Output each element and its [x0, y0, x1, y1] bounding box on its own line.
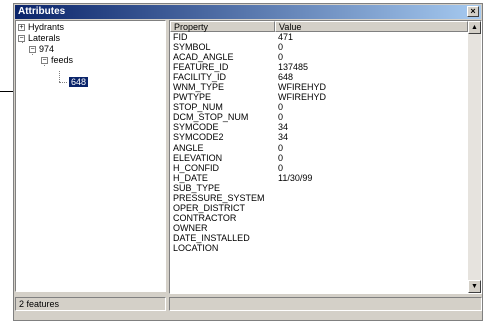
property-cell: SYMCODE — [173, 122, 219, 133]
scroll-up-icon[interactable]: ▲ — [468, 21, 481, 34]
value-cell[interactable]: 0 — [278, 163, 283, 173]
tree-item-label: feeds — [51, 55, 74, 65]
table-row[interactable]: ANGLE 0 — [170, 143, 468, 153]
feature-tree[interactable]: + Hydrants − Laterals −974 − feeds 648 — [15, 20, 166, 292]
tree-item-label: Laterals — [28, 33, 61, 43]
value-cell[interactable]: 0 — [278, 153, 283, 163]
property-cell: PWTYPE — [173, 92, 212, 103]
table-row[interactable]: CONTRACTOR — [170, 213, 468, 223]
property-cell: H_CONFID — [173, 162, 220, 173]
property-cell: CONTRACTOR — [173, 212, 237, 223]
property-cell: OPER_DISTRICT — [173, 202, 246, 213]
value-cell[interactable]: 0 — [278, 102, 283, 112]
property-cell: ANGLE — [173, 142, 204, 153]
value-cell[interactable]: 11/30/99 — [278, 173, 312, 183]
property-cell: H_DATE — [173, 172, 208, 183]
status-bar: 2 features — [15, 297, 166, 311]
property-cell: LOCATION — [173, 242, 219, 253]
table-row[interactable]: STOP_NUM 0 — [170, 102, 468, 112]
table-row[interactable]: DATE_INSTALLED — [170, 233, 468, 243]
collapse-icon[interactable]: − — [18, 35, 25, 42]
property-cell: PRESSURE_SYSTEM — [173, 192, 265, 203]
table-row[interactable]: ELEVATION 0 — [170, 153, 468, 163]
value-cell[interactable]: 648 — [278, 72, 293, 82]
property-cell: SUB_TYPE — [173, 182, 221, 193]
property-cell: FID — [173, 32, 188, 42]
table-row[interactable]: FEATURE_ID 137485 — [170, 62, 468, 72]
column-header-property[interactable]: Property — [170, 21, 275, 32]
table-row[interactable]: H_DATE 11/30/99 — [170, 173, 468, 183]
property-cell: DATE_INSTALLED — [173, 232, 250, 243]
status-bar-panel — [169, 297, 482, 311]
table-row[interactable]: WNM_TYPE WFIREHYD — [170, 82, 468, 92]
column-header-value[interactable]: Value — [275, 21, 468, 32]
table-row[interactable]: FACILITY_ID 648 — [170, 72, 468, 82]
value-cell[interactable]: 0 — [278, 112, 283, 122]
title-bar[interactable]: Attributes × — [15, 5, 481, 19]
tree-item-laterals[interactable]: − Laterals — [18, 33, 60, 44]
property-cell: STOP_NUM — [173, 102, 223, 113]
table-row[interactable]: SUB_TYPE — [170, 183, 468, 193]
value-cell[interactable]: 137485 — [278, 62, 308, 72]
tree-connector — [59, 71, 60, 82]
property-cell: SYMBOL — [173, 42, 211, 53]
value-cell[interactable]: WFIREHYD — [278, 82, 326, 92]
table-row[interactable]: FID 471 — [170, 32, 468, 42]
value-cell[interactable]: 0 — [278, 52, 283, 62]
table-row[interactable]: H_CONFID 0 — [170, 163, 468, 173]
value-cell[interactable]: 34 — [278, 122, 288, 132]
table-row[interactable]: OPER_DISTRICT — [170, 203, 468, 213]
tree-connector — [59, 82, 67, 83]
table-row[interactable]: LOCATION — [170, 243, 468, 253]
selected-tree-item-label: 648 — [69, 77, 89, 87]
close-button[interactable]: × — [467, 6, 479, 17]
property-cell: ELEVATION — [173, 152, 223, 163]
vertical-scrollbar[interactable]: ▲ ▼ — [468, 21, 481, 293]
property-cell: DCM_STOP_NUM — [173, 112, 249, 123]
value-cell[interactable]: WFIREHYD — [278, 92, 326, 102]
collapse-icon[interactable]: − — [41, 57, 48, 64]
window-title: Attributes — [18, 6, 66, 17]
value-cell[interactable]: 0 — [278, 143, 283, 153]
tree-item-648[interactable]: 648 — [69, 77, 89, 88]
property-cell: ACAD_ANGLE — [173, 52, 234, 63]
value-cell[interactable]: 34 — [278, 132, 288, 142]
attributes-window: Attributes × + Hydrants − Laterals −974 − f… — [13, 3, 483, 321]
property-cell: FACILITY_ID — [173, 72, 227, 83]
property-cell: FEATURE_ID — [173, 62, 229, 73]
attribute-grid[interactable]: Property Value FID 471 SYMBOL 0 ACAD_ANGLE 0 F… — [169, 20, 482, 294]
collapse-icon[interactable]: − — [29, 46, 36, 53]
value-cell[interactable]: 471 — [278, 32, 293, 42]
grid-header: Property Value — [170, 21, 468, 32]
property-cell: OWNER — [173, 222, 208, 233]
table-row[interactable]: SYMCODE 34 — [170, 122, 468, 132]
grid-rows: FID 471 SYMBOL 0 ACAD_ANGLE 0 FEATURE_ID 137485… — [170, 32, 468, 253]
expand-icon[interactable]: + — [18, 24, 25, 31]
property-cell: SYMCODE2 — [173, 132, 224, 143]
table-row[interactable]: SYMBOL 0 — [170, 42, 468, 52]
tree-item-label: Hydrants — [28, 22, 65, 32]
table-row[interactable]: DCM_STOP_NUM 0 — [170, 112, 468, 122]
value-cell[interactable]: 0 — [278, 42, 283, 52]
table-row[interactable]: PRESSURE_SYSTEM — [170, 193, 468, 203]
scroll-down-icon[interactable]: ▼ — [468, 280, 481, 293]
table-row[interactable]: SYMCODE2 34 — [170, 132, 468, 142]
tree-item-label: 974 — [39, 44, 55, 54]
property-cell: WNM_TYPE — [173, 82, 225, 93]
tree-item-hydrants[interactable]: + Hydrants — [18, 22, 64, 33]
table-row[interactable]: PWTYPE WFIREHYD — [170, 92, 468, 102]
tree-item-feeds[interactable]: − feeds — [41, 55, 73, 66]
tree-item-974[interactable]: −974 — [29, 44, 54, 55]
table-row[interactable]: ACAD_ANGLE 0 — [170, 52, 468, 62]
feature-count-text: 2 features — [19, 299, 60, 309]
table-row[interactable]: OWNER — [170, 223, 468, 233]
